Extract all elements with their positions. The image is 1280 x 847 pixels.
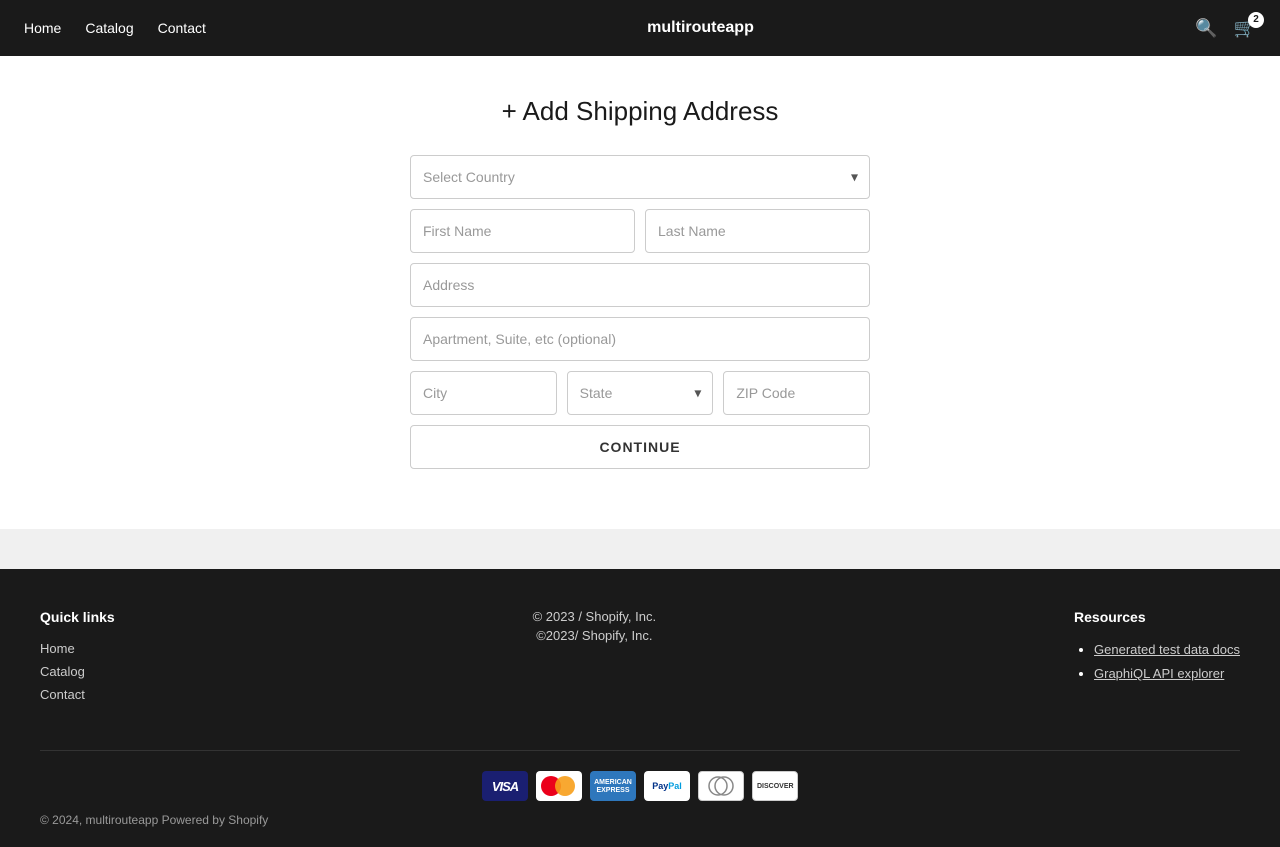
- address-form: Select Country United States Canada Unit…: [410, 155, 870, 469]
- nav-link-contact[interactable]: Contact: [158, 20, 206, 36]
- quick-links-title: Quick links: [40, 609, 115, 625]
- apt-field: [410, 317, 870, 361]
- page-title: + Add Shipping Address: [502, 96, 779, 127]
- address-input[interactable]: [410, 263, 870, 307]
- cart-icon[interactable]: 🛒 2: [1234, 18, 1256, 39]
- resource-link-1[interactable]: Generated test data docs: [1094, 642, 1240, 657]
- country-select[interactable]: Select Country United States Canada Unit…: [410, 155, 870, 199]
- amex-icon: AMERICAN EXPRESS: [590, 771, 636, 801]
- zip-field: [723, 371, 870, 415]
- footer-top: Quick links Home Catalog Contact © 2023 …: [40, 609, 1240, 710]
- resource-item-2: GraphiQL API explorer: [1094, 665, 1240, 681]
- resource-item-1: Generated test data docs: [1094, 641, 1240, 657]
- payment-icons: VISA AMERICAN EXPRESS PayPal: [482, 771, 798, 801]
- footer-copyright-line2: ©2023/ Shopify, Inc.: [533, 628, 657, 643]
- footer-link-catalog[interactable]: Catalog: [40, 664, 115, 679]
- resource-link-2[interactable]: GraphiQL API explorer: [1094, 666, 1240, 681]
- diners-icon: [698, 771, 744, 801]
- first-name-input[interactable]: [410, 209, 635, 253]
- navigation: Home Catalog Contact multirouteapp 🔍 🛒 2: [0, 0, 1280, 56]
- main-content: + Add Shipping Address Select Country Un…: [0, 56, 1280, 529]
- nav-links: Home Catalog Contact: [24, 20, 206, 36]
- search-icon[interactable]: 🔍: [1195, 18, 1217, 39]
- footer-link-contact[interactable]: Contact: [40, 687, 115, 702]
- name-row: [410, 209, 870, 253]
- nav-link-home[interactable]: Home: [24, 20, 61, 36]
- apt-input[interactable]: [410, 317, 870, 361]
- footer-center: © 2023 / Shopify, Inc. ©2023/ Shopify, I…: [533, 609, 657, 710]
- footer-resources: Resources Generated test data docs Graph…: [1074, 609, 1240, 710]
- footer-quick-links: Quick links Home Catalog Contact: [40, 609, 115, 710]
- resources-title: Resources: [1074, 609, 1240, 625]
- city-state-zip-row: State: [410, 371, 870, 415]
- last-name-input[interactable]: [645, 209, 870, 253]
- footer-copyright-line1: © 2023 / Shopify, Inc.: [533, 609, 657, 624]
- nav-actions: 🔍 🛒 2: [1195, 18, 1256, 39]
- mastercard-icon: [536, 771, 582, 801]
- cart-badge: 2: [1248, 12, 1264, 28]
- paypal-icon: PayPal: [644, 771, 690, 801]
- footer-bottom-copyright: © 2024, multirouteapp Powered by Shopify: [40, 813, 268, 827]
- first-name-field: [410, 209, 635, 253]
- discover-icon: DISCOVER: [752, 771, 798, 801]
- brand-logo: multirouteapp: [647, 19, 754, 37]
- continue-button[interactable]: CONTINUE: [410, 425, 870, 469]
- address-field: [410, 263, 870, 307]
- section-divider: [0, 529, 1280, 569]
- footer-bottom: VISA AMERICAN EXPRESS PayPal: [40, 750, 1240, 827]
- nav-link-catalog[interactable]: Catalog: [85, 20, 133, 36]
- last-name-field: [645, 209, 870, 253]
- visa-icon: VISA: [482, 771, 528, 801]
- state-select[interactable]: State: [567, 371, 714, 415]
- state-field: State: [567, 371, 714, 415]
- resources-list: Generated test data docs GraphiQL API ex…: [1074, 641, 1240, 681]
- footer: Quick links Home Catalog Contact © 2023 …: [0, 569, 1280, 847]
- country-field: Select Country United States Canada Unit…: [410, 155, 870, 199]
- zip-input[interactable]: [723, 371, 870, 415]
- city-field: [410, 371, 557, 415]
- footer-link-home[interactable]: Home: [40, 641, 115, 656]
- city-input[interactable]: [410, 371, 557, 415]
